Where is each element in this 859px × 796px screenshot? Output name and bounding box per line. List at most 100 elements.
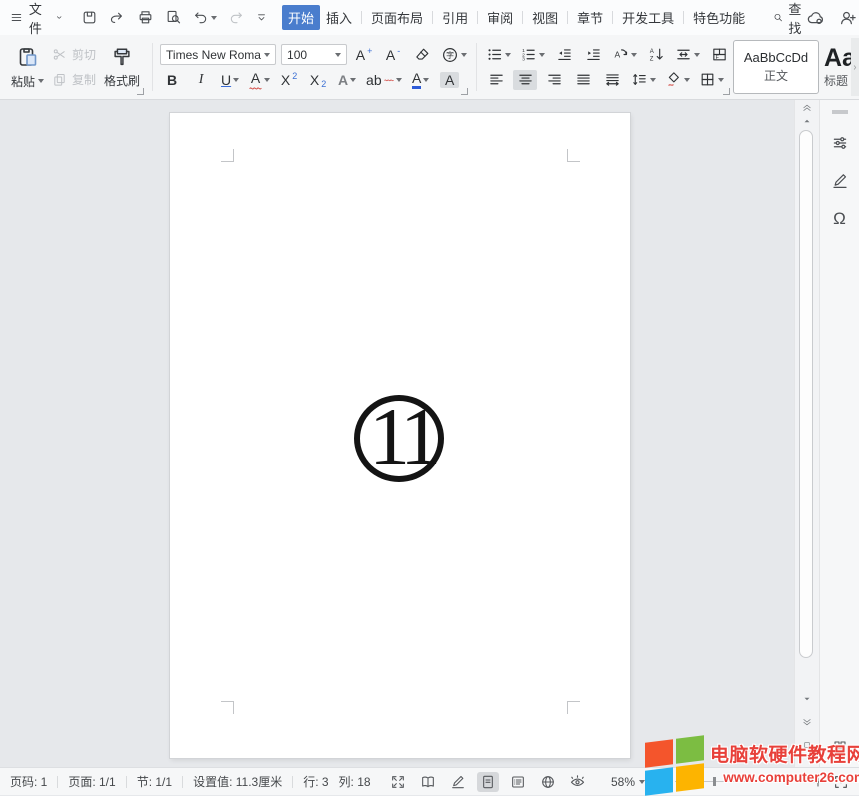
scroll-down-button[interactable] [802,694,812,704]
style-heading[interactable]: Aa 标题 [824,40,851,94]
tab-section[interactable]: 章节 [571,5,609,30]
fullscreen-view-button[interactable] [387,772,409,792]
undo-button[interactable] [193,6,217,30]
page-view-button[interactable] [477,772,499,792]
strikethrough-caret [264,78,270,82]
web-layout-button[interactable] [537,772,559,792]
zoom-in-button[interactable] [811,775,825,789]
outline-view-button[interactable] [507,772,529,792]
print-preview-button[interactable] [165,6,182,30]
clear-format-button[interactable] [410,45,434,65]
read-layout-button[interactable] [417,772,439,792]
clipboard-dialog-launcher[interactable] [137,88,144,95]
align-center-icon [517,71,534,88]
tab-special-features[interactable]: 特色功能 [687,5,751,30]
numbered-list-button[interactable] [518,45,547,65]
sort-button[interactable] [644,45,668,65]
print-button[interactable] [137,6,154,30]
document-page[interactable]: 11 [170,113,630,758]
sidebar-symbols-button[interactable]: Ω [833,210,846,227]
bold-button[interactable]: B [160,70,184,90]
style-normal[interactable]: AaBbCcDd 正文 [733,40,819,94]
subscript-button[interactable]: X2 [306,70,330,90]
scroll-jump-top-button[interactable] [802,102,813,113]
export-button[interactable] [109,6,126,30]
decrease-font-glyph: A [386,47,395,63]
copy-button[interactable]: 复制 [52,71,96,88]
print-preview-icon [165,9,182,26]
tab-home[interactable]: 开始 [282,5,320,30]
font-dialog-launcher[interactable] [461,88,468,95]
styles-more-button[interactable] [851,38,859,96]
enclosed-number-character[interactable]: 11 [354,395,444,482]
font-size-select[interactable]: 100 [281,44,347,65]
redo-icon [228,10,244,26]
sidebar-properties-button[interactable] [831,134,849,152]
justify-button[interactable] [571,70,595,90]
character-shading-button[interactable]: A [438,70,462,90]
superscript-button[interactable]: X2 [277,70,301,90]
titlebar: 文件 开始 插入 页面布局 引用 审阅 视图 章节 开发工具 [0,0,859,35]
zoom-out-button[interactable] [653,775,667,789]
scrollbar-thumb[interactable] [799,130,813,658]
distribute-button[interactable] [600,70,624,90]
file-menu[interactable]: 文件 [10,0,63,37]
italic-button[interactable]: I [189,70,213,90]
customize-toolbar-button[interactable] [255,6,268,30]
align-left-button[interactable] [484,70,508,90]
enclose-characters-button[interactable] [439,45,469,65]
select-browse-object-button[interactable] [802,740,812,750]
format-painter-button[interactable]: 格式刷 [99,44,145,91]
write-mode-button[interactable] [447,772,469,792]
redo-button[interactable] [228,6,244,30]
document-canvas[interactable]: 11 [0,100,794,767]
sidebar-drag-handle[interactable] [832,110,848,114]
ribbon-tabs: 开始 插入 页面布局 引用 审阅 视图 章节 开发工具 特色功能 [282,5,751,30]
sidebar-annotate-button[interactable] [831,172,849,190]
eye-protect-button[interactable] [567,772,589,792]
increase-font-button[interactable]: A+ [352,45,376,65]
show-marks-button[interactable] [673,45,702,65]
text-direction-button[interactable] [610,45,639,65]
strikethrough-button[interactable]: A [247,70,272,90]
save-button[interactable] [81,6,98,30]
zoom-level-button[interactable]: 58% [611,775,645,789]
scroll-up-button[interactable] [802,116,812,126]
cut-button[interactable]: 剪切 [52,46,96,63]
paragraph-dialog-launcher[interactable] [723,88,730,95]
find-button[interactable]: 查找 [773,0,806,37]
paste-button[interactable]: 粘贴 [6,43,49,92]
tab-page-layout[interactable]: 页面布局 [365,5,429,30]
borders-button[interactable] [697,70,726,90]
tab-references[interactable]: 引用 [436,5,474,30]
font-family-select[interactable]: Times New Roma [160,44,276,65]
invite-collaborator-button[interactable] [839,6,857,30]
underline-button[interactable]: U [218,70,242,90]
decrease-font-button[interactable]: A- [381,45,405,65]
sidebar-apps-button[interactable] [832,739,848,755]
font-size-value: 100 [287,48,307,62]
cloud-sync-button[interactable] [806,6,825,30]
vertical-scrollbar[interactable] [794,100,819,767]
align-right-button[interactable] [542,70,566,90]
tab-developer[interactable]: 开发工具 [616,5,680,30]
shading-button[interactable] [663,70,692,90]
font-color-button[interactable]: A [409,70,433,90]
bullet-list-button[interactable] [484,45,513,65]
decrease-indent-button[interactable] [552,45,576,65]
style-normal-preview: AaBbCcDd [744,50,808,65]
zoom-slider-thumb[interactable] [713,777,716,786]
align-center-button[interactable] [513,70,537,90]
text-tool-button[interactable] [707,45,731,65]
highlight-button[interactable]: ab [364,70,404,90]
zoom-slider[interactable] [675,781,803,782]
enclose-characters-caret [461,53,467,57]
tab-review[interactable]: 审阅 [481,5,519,30]
increase-indent-button[interactable] [581,45,605,65]
line-spacing-button[interactable] [629,70,658,90]
text-effects-button[interactable]: A [335,70,359,90]
next-page-button[interactable] [802,717,813,728]
fit-page-button[interactable] [833,774,849,790]
tab-view[interactable]: 视图 [526,5,564,30]
tab-insert[interactable]: 插入 [320,5,358,30]
